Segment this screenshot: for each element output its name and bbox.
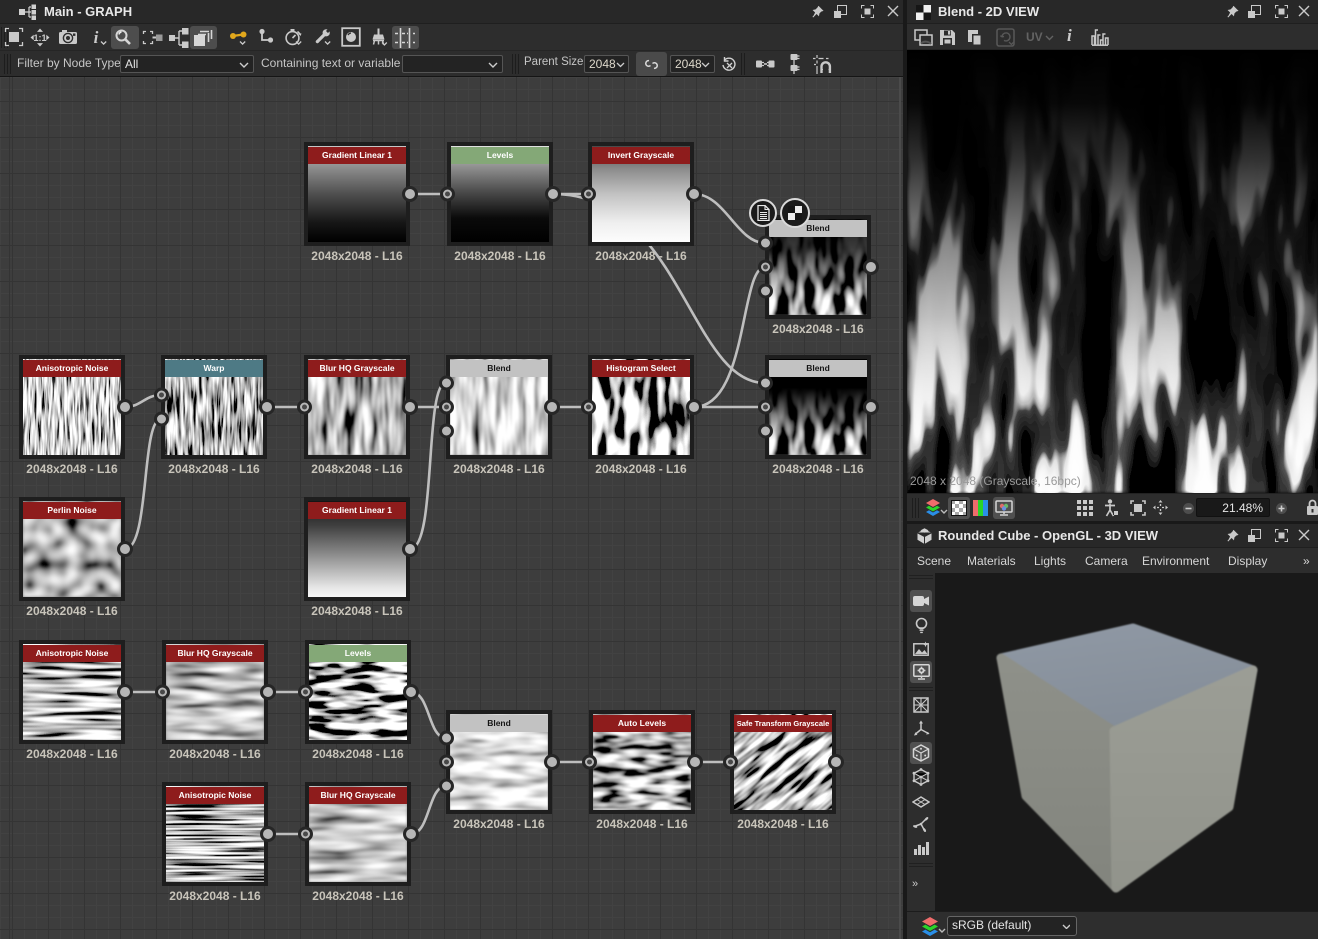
svg-text:i: i [94, 28, 99, 47]
svg-text:1:1: 1:1 [33, 33, 46, 43]
